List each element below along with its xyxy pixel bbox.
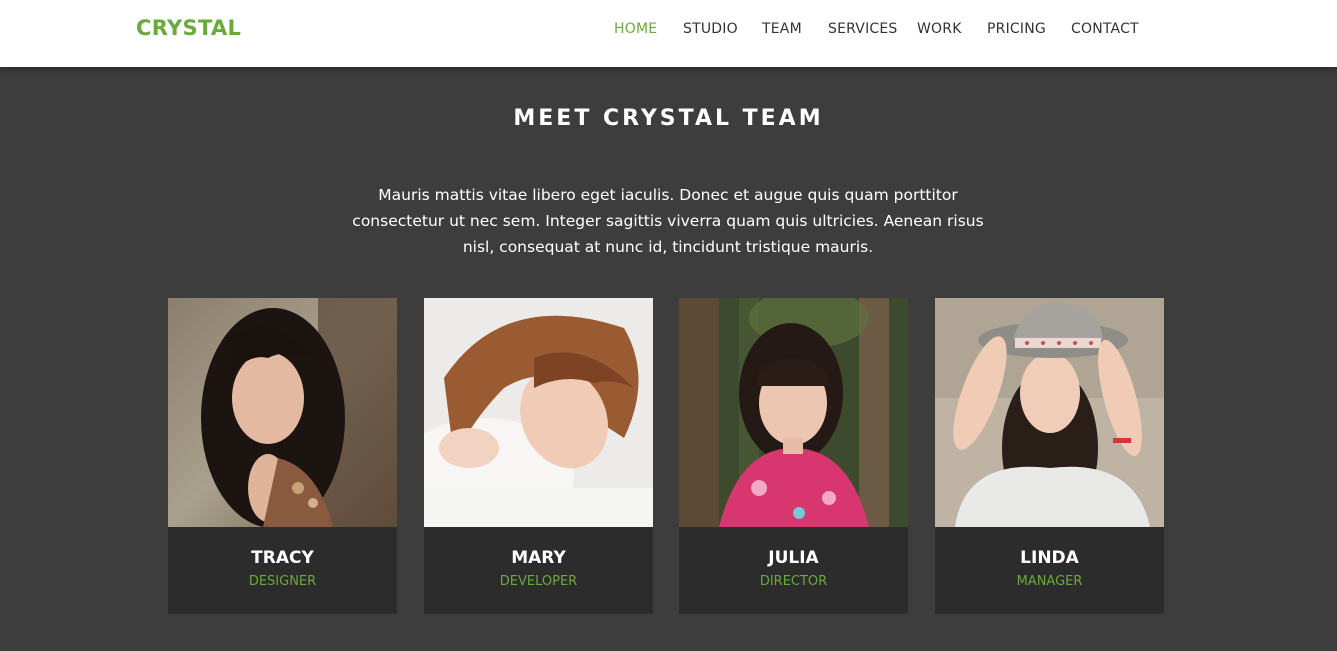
nav-item-work[interactable]: WORK [917, 21, 962, 37]
member-name: MARY [511, 548, 566, 568]
member-role: MANAGER [1016, 574, 1083, 589]
member-photo [424, 298, 653, 527]
team-card-julia[interactable]: JULIA DIRECTOR [679, 298, 908, 614]
navbar: CRYSTAL HOME STUDIO TEAM SERVICES WORK P… [0, 0, 1337, 67]
member-photo [679, 298, 908, 527]
nav-item-services[interactable]: SERVICES [828, 21, 898, 37]
nav-item-pricing[interactable]: PRICING [987, 21, 1046, 37]
member-photo [935, 298, 1164, 527]
member-name: JULIA [768, 548, 819, 568]
nav-item-home[interactable]: HOME [614, 21, 657, 37]
member-role: DIRECTOR [759, 574, 828, 589]
team-card-mary[interactable]: MARY DEVELOPER [424, 298, 653, 614]
section-description: Mauris mattis vitae libero eget iaculis.… [352, 186, 984, 256]
nav-item-team[interactable]: TEAM [762, 21, 802, 37]
nav-item-contact[interactable]: CONTACT [1071, 21, 1139, 37]
main-nav: HOME STUDIO TEAM SERVICES WORK PRICING C… [600, 0, 1160, 58]
member-name: TRACY [251, 548, 314, 568]
brand-logo[interactable]: CRYSTAL [136, 16, 241, 40]
team-card-linda[interactable]: LINDA MANAGER [935, 298, 1164, 614]
nav-item-studio[interactable]: STUDIO [683, 21, 738, 37]
member-photo [168, 298, 397, 527]
section-title: MEET CRYSTAL TEAM [513, 106, 824, 131]
member-role: DESIGNER [248, 574, 317, 589]
team-card-tracy[interactable]: TRACY DESIGNER [168, 298, 397, 614]
member-name: LINDA [1020, 548, 1079, 568]
member-role: DEVELOPER [499, 574, 578, 589]
